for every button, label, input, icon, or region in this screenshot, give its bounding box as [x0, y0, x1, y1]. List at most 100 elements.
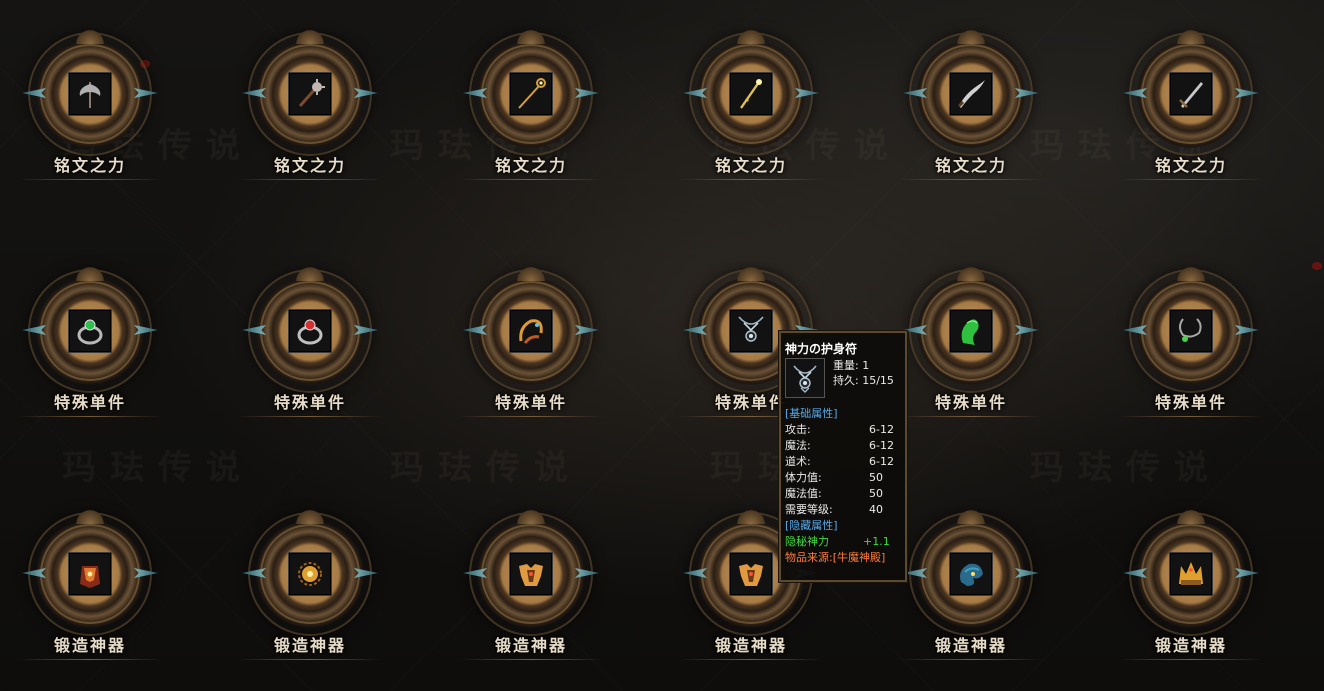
item-icon-box[interactable]: [949, 72, 993, 116]
hidden-attribute-row: 隐秘神力 +1.1: [785, 534, 902, 550]
slot-label: 特殊单件: [714, 393, 787, 412]
item-icon-box[interactable]: [1169, 72, 1213, 116]
long-sword-icon: [1179, 82, 1203, 108]
wing-ornament: [354, 325, 378, 335]
item-icon-box[interactable]: [509, 309, 553, 353]
green-gem-ring-icon: [77, 319, 103, 345]
slot-label: 特殊单件: [934, 393, 1007, 412]
item-icon-box[interactable]: [509, 552, 553, 596]
item-icon-box[interactable]: [68, 72, 112, 116]
base-attribute-row: 魔法: 6-12: [785, 438, 902, 454]
attribute-value: 40: [869, 503, 883, 516]
item-slot[interactable]: 铭文之力: [0, 28, 180, 194]
slot-label: 锻造神器: [273, 636, 346, 655]
medallion-frame: [683, 28, 811, 154]
slot-label: 铭文之力: [934, 156, 1007, 175]
crest-ornament: [74, 265, 106, 281]
watermark: 玛珐传说: [62, 448, 254, 488]
item-tooltip: 神力の护身符 重量: 1 持久: 15/15 [基础属性] 攻击: 6-12 魔法:…: [778, 330, 908, 583]
attribute-value: 6-12: [869, 455, 894, 468]
item-icon-box[interactable]: [288, 72, 332, 116]
medallion-frame: [242, 508, 370, 634]
wing-ornament: [1235, 568, 1259, 578]
golden-wand-icon: [740, 79, 762, 109]
slot-label: 特殊单件: [273, 393, 346, 412]
slot-label-wrap: 铭文之力: [881, 148, 1061, 180]
slot-label: 特殊单件: [53, 393, 126, 412]
item-slot[interactable]: 特殊单件: [1101, 265, 1281, 431]
crest-ornament: [74, 508, 106, 524]
item-slot[interactable]: 锻造神器: [1101, 508, 1281, 674]
item-icon-box[interactable]: [1169, 309, 1213, 353]
item-icon-box[interactable]: [1169, 552, 1213, 596]
golden-staff-icon: [518, 78, 546, 109]
hidden-attribute-value: +1.1: [863, 535, 890, 548]
sun-medallion-icon: [298, 562, 322, 586]
wing-ornament: [134, 325, 158, 335]
item-slot[interactable]: 铭文之力: [661, 28, 841, 194]
item-slot[interactable]: 铭文之力: [220, 28, 400, 194]
slot-label: 锻造神器: [53, 636, 126, 655]
item-icon-box[interactable]: [949, 309, 993, 353]
crown-helm-icon: [1179, 562, 1203, 585]
medallion-frame: [463, 508, 591, 634]
item-slot[interactable]: 锻造神器: [881, 508, 1061, 674]
attribute-name: 魔法:: [785, 439, 811, 452]
wing-ornament: [242, 568, 266, 578]
attribute-value: 50: [869, 471, 883, 484]
hidden-attributes-heading: [隐藏属性]: [785, 519, 838, 532]
base-attribute-row: 攻击: 6-12: [785, 422, 902, 438]
crest-ornament: [955, 508, 987, 524]
wing-ornament: [575, 568, 599, 578]
item-slot[interactable]: 特殊单件: [881, 265, 1061, 431]
wing-ornament: [242, 325, 266, 335]
slot-label-wrap: 锻造神器: [441, 628, 621, 660]
item-slot[interactable]: 特殊单件: [0, 265, 180, 431]
slot-label: 铭文之力: [273, 156, 346, 175]
item-slot[interactable]: 铭文之力: [441, 28, 621, 194]
medallion-frame: [22, 508, 150, 634]
item-slot[interactable]: 铭文之力: [1101, 28, 1281, 194]
wing-ornament: [463, 325, 487, 335]
item-slot[interactable]: 锻造神器: [441, 508, 621, 674]
red-gold-armor-icon: [80, 566, 100, 588]
item-slot[interactable]: 特殊单件: [220, 265, 400, 431]
wing-ornament: [683, 88, 707, 98]
item-slot[interactable]: 锻造神器: [220, 508, 400, 674]
crest-ornament: [1175, 265, 1207, 281]
slot-label-wrap: 铭文之力: [1101, 148, 1281, 180]
crest-ornament: [735, 28, 767, 44]
item-icon-box[interactable]: [729, 72, 773, 116]
item-icon-box[interactable]: [68, 309, 112, 353]
crest-ornament: [735, 508, 767, 524]
item-icon-box[interactable]: [949, 552, 993, 596]
item-icon-box[interactable]: [729, 552, 773, 596]
wing-ornament: [1123, 568, 1147, 578]
item-icon-box[interactable]: [729, 309, 773, 353]
item-icon-box[interactable]: [288, 552, 332, 596]
medallion-frame: [22, 265, 150, 391]
wing-ornament: [463, 568, 487, 578]
attribute-name: 魔法值:: [785, 487, 822, 500]
tooltip-title: 神力の护身符: [785, 342, 858, 356]
green-necklace-icon: [1179, 318, 1202, 342]
slot-label: 锻造神器: [934, 636, 1007, 655]
item-slot[interactable]: 铭文之力: [881, 28, 1061, 194]
base-attribute-row: 魔法值: 50: [785, 486, 902, 502]
item-icon-box[interactable]: [68, 552, 112, 596]
item-icon-box[interactable]: [288, 309, 332, 353]
amulet-icon: [738, 316, 764, 342]
wing-ornament: [1123, 88, 1147, 98]
item-icon-box[interactable]: [509, 72, 553, 116]
item-slot[interactable]: 锻造神器: [0, 508, 180, 674]
item-slot[interactable]: 特殊单件: [441, 265, 621, 431]
golden-chest-armor-icon: [519, 564, 543, 586]
slot-label: 铭文之力: [53, 156, 126, 175]
wing-ornament: [354, 568, 378, 578]
wing-ornament: [795, 88, 819, 98]
crest-ornament: [74, 28, 106, 44]
attribute-value: 6-12: [869, 423, 894, 436]
double-axe-icon: [79, 82, 101, 108]
green-jade-icon: [961, 319, 979, 345]
attribute-name: 体力值:: [785, 471, 822, 484]
